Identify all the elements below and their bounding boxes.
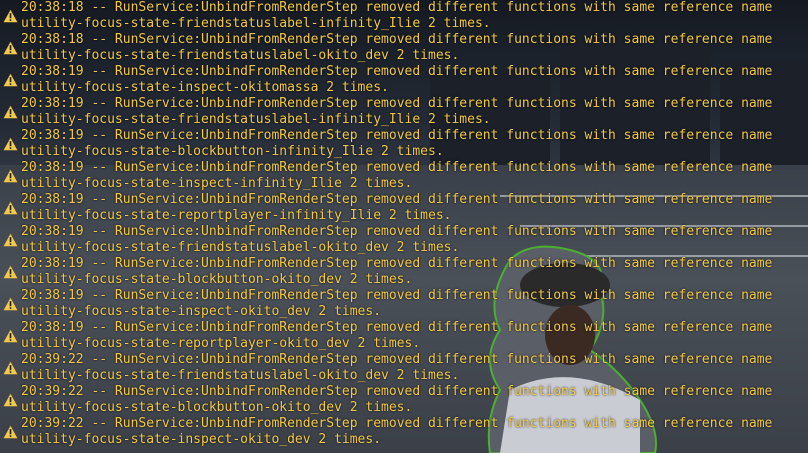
log-entry-detail: utility-focus-state-friendstatuslabel-in… xyxy=(21,16,491,31)
log-entry: 20:38:19 -- RunService:UnbindFromRenderS… xyxy=(0,224,808,256)
log-entry-text: -- RunService:UnbindFromRenderStep remov… xyxy=(91,352,773,367)
log-entry-detail: utility-focus-state-blockbutton-okito_de… xyxy=(21,400,413,415)
log-entry-timestamp: 20:39:22 xyxy=(21,352,84,367)
log-entry-text: -- RunService:UnbindFromRenderStep remov… xyxy=(91,32,773,47)
log-entry-message: 20:38:18 -- RunService:UnbindFromRenderS… xyxy=(21,0,808,16)
log-entry-message: 20:38:19 -- RunService:UnbindFromRenderS… xyxy=(21,256,808,272)
log-entry-timestamp: 20:38:19 xyxy=(21,192,84,207)
log-entry: 20:38:18 -- RunService:UnbindFromRenderS… xyxy=(0,0,808,32)
log-entry-message: 20:38:18 -- RunService:UnbindFromRenderS… xyxy=(21,32,808,48)
log-entry-text: -- RunService:UnbindFromRenderStep remov… xyxy=(91,416,773,431)
log-entry-message: 20:38:19 -- RunService:UnbindFromRenderS… xyxy=(21,64,808,80)
log-entry-message: 20:39:22 -- RunService:UnbindFromRenderS… xyxy=(21,352,808,368)
log-entry-timestamp: 20:39:22 xyxy=(21,384,84,399)
warning-triangle-icon xyxy=(3,425,18,439)
log-entry-message: 20:38:19 -- RunService:UnbindFromRenderS… xyxy=(21,96,808,112)
log-entry-timestamp: 20:38:18 xyxy=(21,32,84,47)
log-entry-timestamp: 20:39:22 xyxy=(21,416,84,431)
log-entry-detail: utility-focus-state-friendstatuslabel-ok… xyxy=(21,48,460,63)
log-entry-timestamp: 20:38:19 xyxy=(21,96,84,111)
warning-triangle-icon xyxy=(3,169,18,183)
warning-triangle-icon xyxy=(3,201,18,215)
warning-triangle-icon xyxy=(3,73,18,87)
log-entry-message: 20:38:19 -- RunService:UnbindFromRenderS… xyxy=(21,192,808,208)
warning-triangle-icon xyxy=(3,329,18,343)
log-entry: 20:39:22 -- RunService:UnbindFromRenderS… xyxy=(0,416,808,448)
log-entry-text: -- RunService:UnbindFromRenderStep remov… xyxy=(91,64,773,79)
log-entry-timestamp: 20:38:18 xyxy=(21,0,84,15)
warning-triangle-icon xyxy=(3,297,18,311)
log-entry-timestamp: 20:38:19 xyxy=(21,64,84,79)
log-entry-detail: utility-focus-state-inspect-okitomassa 2… xyxy=(21,80,389,95)
log-entry-text: -- RunService:UnbindFromRenderStep remov… xyxy=(91,128,773,143)
warning-triangle-icon xyxy=(3,361,18,375)
log-entry-message: 20:38:19 -- RunService:UnbindFromRenderS… xyxy=(21,288,808,304)
log-entry-message: 20:38:19 -- RunService:UnbindFromRenderS… xyxy=(21,160,808,176)
warning-triangle-icon xyxy=(3,233,18,247)
warning-triangle-icon xyxy=(3,9,18,23)
warning-triangle-icon xyxy=(3,265,18,279)
log-entry-detail: utility-focus-state-friendstatuslabel-in… xyxy=(21,112,491,127)
warning-triangle-icon xyxy=(3,393,18,407)
log-entry-timestamp: 20:38:19 xyxy=(21,288,84,303)
log-entry-message: 20:38:19 -- RunService:UnbindFromRenderS… xyxy=(21,224,808,240)
log-entry-text: -- RunService:UnbindFromRenderStep remov… xyxy=(91,160,773,175)
log-entry-text: -- RunService:UnbindFromRenderStep remov… xyxy=(91,256,773,271)
log-entry-message: 20:38:19 -- RunService:UnbindFromRenderS… xyxy=(21,320,808,336)
log-entry: 20:38:19 -- RunService:UnbindFromRenderS… xyxy=(0,320,808,352)
game-viewport: 20:38:18 -- RunService:UnbindFromRenderS… xyxy=(0,0,808,453)
log-entry-detail: utility-focus-state-blockbutton-infinity… xyxy=(21,144,444,159)
warning-triangle-icon xyxy=(3,41,18,55)
log-entry-timestamp: 20:38:19 xyxy=(21,160,84,175)
log-entry-text: -- RunService:UnbindFromRenderStep remov… xyxy=(91,0,773,15)
log-entry: 20:38:19 -- RunService:UnbindFromRenderS… xyxy=(0,96,808,128)
log-entry-text: -- RunService:UnbindFromRenderStep remov… xyxy=(91,96,773,111)
log-entry: 20:38:19 -- RunService:UnbindFromRenderS… xyxy=(0,160,808,192)
log-entry-timestamp: 20:38:19 xyxy=(21,224,84,239)
log-entry: 20:38:19 -- RunService:UnbindFromRenderS… xyxy=(0,192,808,224)
log-entry-text: -- RunService:UnbindFromRenderStep remov… xyxy=(91,224,773,239)
log-entry: 20:38:19 -- RunService:UnbindFromRenderS… xyxy=(0,288,808,320)
log-entry-message: 20:38:19 -- RunService:UnbindFromRenderS… xyxy=(21,128,808,144)
log-entry-timestamp: 20:38:19 xyxy=(21,320,84,335)
log-entry-detail: utility-focus-state-reportplayer-okito_d… xyxy=(21,336,421,351)
developer-console-log: 20:38:18 -- RunService:UnbindFromRenderS… xyxy=(0,0,808,448)
log-entry-message: 20:39:22 -- RunService:UnbindFromRenderS… xyxy=(21,384,808,400)
log-entry-detail: utility-focus-state-friendstatuslabel-ok… xyxy=(21,368,460,383)
log-entry-detail: utility-focus-state-inspect-okito_dev 2 … xyxy=(21,304,382,319)
log-entry: 20:38:18 -- RunService:UnbindFromRenderS… xyxy=(0,32,808,64)
warning-triangle-icon xyxy=(3,105,18,119)
warning-triangle-icon xyxy=(3,137,18,151)
log-entry-timestamp: 20:38:19 xyxy=(21,128,84,143)
log-entry-text: -- RunService:UnbindFromRenderStep remov… xyxy=(91,288,773,303)
log-entry: 20:38:19 -- RunService:UnbindFromRenderS… xyxy=(0,64,808,96)
log-entry-text: -- RunService:UnbindFromRenderStep remov… xyxy=(91,320,773,335)
log-entry-detail: utility-focus-state-friendstatuslabel-ok… xyxy=(21,240,460,255)
log-entry-detail: utility-focus-state-inspect-infinity_Ili… xyxy=(21,176,413,191)
log-entry: 20:38:19 -- RunService:UnbindFromRenderS… xyxy=(0,256,808,288)
log-entry-detail: utility-focus-state-inspect-okito_dev 2 … xyxy=(21,432,382,447)
log-entry-detail: utility-focus-state-blockbutton-okito_de… xyxy=(21,272,413,287)
log-entry: 20:39:22 -- RunService:UnbindFromRenderS… xyxy=(0,384,808,416)
log-entry: 20:38:19 -- RunService:UnbindFromRenderS… xyxy=(0,128,808,160)
log-entry-text: -- RunService:UnbindFromRenderStep remov… xyxy=(91,192,773,207)
log-entry: 20:39:22 -- RunService:UnbindFromRenderS… xyxy=(0,352,808,384)
log-entry-text: -- RunService:UnbindFromRenderStep remov… xyxy=(91,384,773,399)
log-entry-message: 20:39:22 -- RunService:UnbindFromRenderS… xyxy=(21,416,808,432)
log-entry-timestamp: 20:38:19 xyxy=(21,256,84,271)
log-entry-detail: utility-focus-state-reportplayer-infinit… xyxy=(21,208,452,223)
